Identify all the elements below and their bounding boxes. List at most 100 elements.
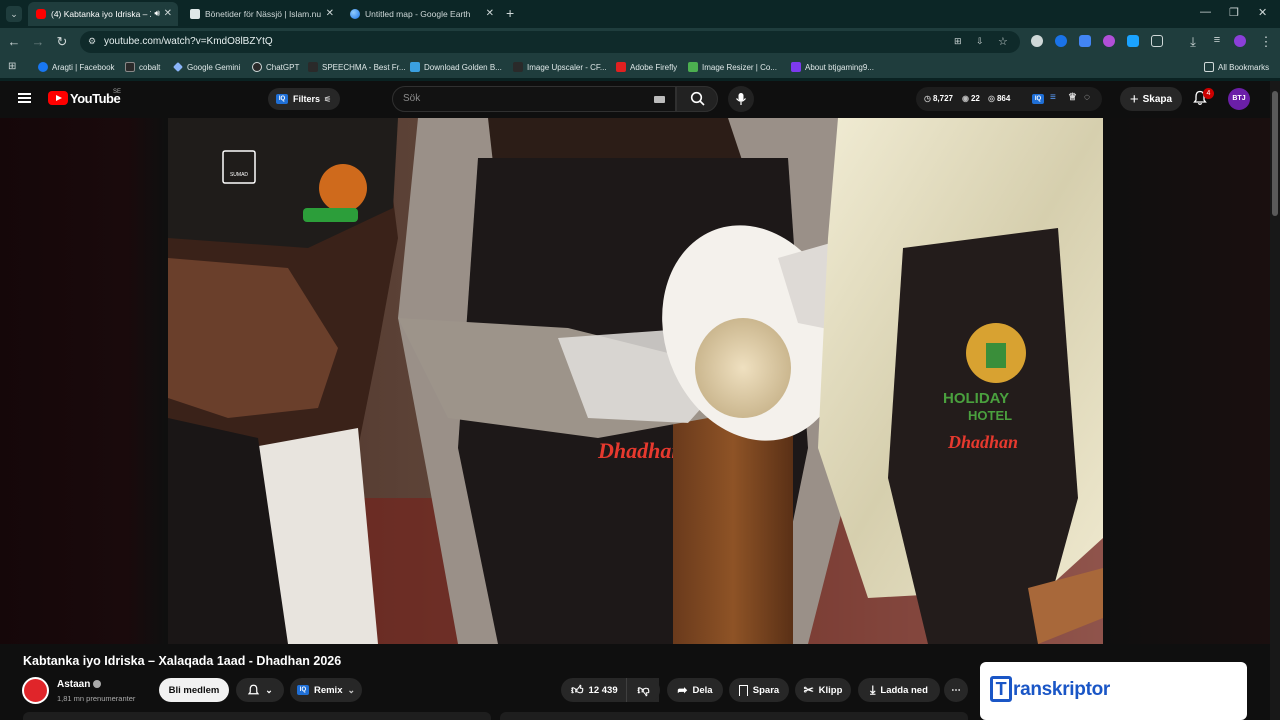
stats-widget[interactable]: ◷ 8,727 ◉ 22 ◎ 864 IQ ≡ ♕ ◌ xyxy=(916,87,1102,111)
site-info-icon[interactable]: ⚙ xyxy=(88,36,96,47)
menu-icon[interactable]: ⋮ xyxy=(1258,34,1274,50)
speaker-icon[interactable]: 🔊︎ xyxy=(154,8,160,19)
extension-icon[interactable] xyxy=(1031,35,1043,47)
bell-icon xyxy=(248,684,260,694)
bookmark-facebook[interactable]: Aragti | Facebook xyxy=(38,61,115,73)
clip-button[interactable]: ✂ Klipp xyxy=(795,678,851,702)
channel-name[interactable]: Astaan xyxy=(57,679,90,690)
microphone-icon xyxy=(736,93,746,105)
thumbs-up-icon: 👍︎ xyxy=(571,682,584,697)
voice-search-button[interactable] xyxy=(728,86,754,112)
star-icon[interactable]: ☆ xyxy=(998,35,1008,48)
filters-button[interactable]: IQ Filters ⚟ xyxy=(268,88,340,110)
youtube-logo-icon[interactable] xyxy=(48,91,68,105)
restore-icon[interactable]: ❐ xyxy=(1229,6,1239,19)
keyboard-icon[interactable] xyxy=(654,96,665,103)
transkriptor-logo: Transkriptor xyxy=(990,676,1110,702)
bookmark-btjgaming[interactable]: About btjgaming9... xyxy=(791,61,874,73)
count-stat: ◎ 864 xyxy=(988,94,1010,103)
search-button[interactable] xyxy=(676,86,718,112)
thumbs-down-icon: 👎︎ xyxy=(637,682,650,697)
dislike-button[interactable]: 👎︎ xyxy=(626,678,660,702)
new-tab-icon[interactable]: + xyxy=(506,5,514,21)
plus-icon: + xyxy=(1129,90,1139,108)
channel-name-row[interactable]: Astaan xyxy=(57,679,102,690)
chevron-down-icon: ⌄ xyxy=(265,684,273,695)
join-button[interactable]: Bli medlem xyxy=(159,678,229,702)
likes-value: 22 xyxy=(970,94,980,103)
translate-icon[interactable]: ⊞ xyxy=(954,36,962,47)
verified-icon xyxy=(93,680,102,689)
cobalt-icon xyxy=(125,62,135,72)
iq-icon[interactable]: IQ xyxy=(1032,94,1044,104)
extension-icon[interactable] xyxy=(1079,35,1091,47)
bookmark-upscaler[interactable]: Image Upscaler - CF... xyxy=(513,61,607,73)
bookmark-gemini[interactable]: Google Gemini xyxy=(173,61,240,73)
scrollbar-thumb[interactable] xyxy=(1272,91,1278,216)
btj-icon xyxy=(791,62,801,72)
reload-icon[interactable]: ↻ xyxy=(54,34,70,50)
sliders-icon: ⚟ xyxy=(324,94,332,104)
reading-list-icon[interactable]: ≡ xyxy=(1209,34,1225,46)
remix-button[interactable]: IQ Remix ⌄ xyxy=(290,678,362,702)
search-input[interactable] xyxy=(403,93,643,104)
save-button[interactable]: Spara xyxy=(729,678,789,702)
transkriptor-ad[interactable]: Transkriptor xyxy=(980,662,1247,720)
download-button[interactable]: ⤓ Ladda ned xyxy=(858,678,940,702)
remix-label: Remix xyxy=(313,684,343,696)
profile-icon[interactable] xyxy=(1234,35,1246,47)
speechma-icon xyxy=(308,62,318,72)
bookmark-resizer[interactable]: Image Resizer | Co... xyxy=(688,61,777,73)
extension-icon[interactable] xyxy=(1055,35,1067,47)
search-icon xyxy=(690,91,705,106)
tab-youtube[interactable]: (4) Kabtanka iyo Idriska – X 🔊︎ ✕ xyxy=(28,2,178,26)
trophy-icon[interactable]: ♕ xyxy=(1068,92,1077,103)
close-window-icon[interactable]: ✕ xyxy=(1258,6,1267,19)
more-actions-icon[interactable]: ⋯ xyxy=(944,678,968,702)
chat-icon[interactable]: ◌ xyxy=(1084,92,1090,103)
bookmark-label: Adobe Firefly xyxy=(630,62,678,72)
lines-icon[interactable]: ≡ xyxy=(1050,92,1056,103)
youtube-header: YouTube SE IQ Filters ⚟ ◷8,727 ◉22 ◎864 … xyxy=(0,81,1280,118)
forward-icon[interactable]: → xyxy=(30,34,46,49)
url-text[interactable]: youtube.com/watch?v=KmdO8lBZYtQ xyxy=(104,36,273,47)
puzzle-icon[interactable] xyxy=(1151,35,1163,47)
tab-islam-nu[interactable]: Bönetider för Nässjö | Islam.nu ✕ xyxy=(182,2,340,26)
address-bar[interactable]: ⚙ youtube.com/watch?v=KmdO8lBZYtQ ⊞ ⇩ ☆ xyxy=(80,31,1020,53)
tab-title: Bönetider för Nässjö | Islam.nu xyxy=(205,9,322,19)
hamburger-menu-icon[interactable] xyxy=(18,93,31,103)
gemini-icon xyxy=(173,62,183,72)
channel-avatar[interactable] xyxy=(22,677,49,704)
bookmark-firefly[interactable]: Adobe Firefly xyxy=(616,61,677,73)
downloads-icon[interactable]: ⤓ xyxy=(1185,34,1201,50)
video-frame[interactable]: Dhadhan HOLIDAY HOTEL Dhadhan SUMAD xyxy=(168,118,1103,644)
bookmark-label: Google Gemini xyxy=(187,62,241,72)
extension-icon[interactable] xyxy=(1127,35,1139,47)
video-player[interactable]: Dhadhan HOLIDAY HOTEL Dhadhan SUMAD xyxy=(0,118,1270,644)
bookmark-golden[interactable]: Download Golden B... xyxy=(410,61,502,73)
share-button[interactable]: ➦ Dela xyxy=(667,678,723,702)
tab-google-earth[interactable]: Untitled map - Google Earth ✕ xyxy=(342,2,500,26)
create-button[interactable]: + Skapa xyxy=(1120,87,1182,111)
create-label: Skapa xyxy=(1142,93,1173,105)
all-bookmarks[interactable]: All Bookmarks xyxy=(1204,61,1269,73)
bookmark-cobalt[interactable]: cobalt xyxy=(125,61,160,73)
account-avatar[interactable]: BTJ xyxy=(1228,88,1250,110)
bookmark-chatgpt[interactable]: ChatGPT xyxy=(252,61,299,73)
close-tab-icon[interactable]: ✕ xyxy=(326,8,334,19)
bookmark-speechma[interactable]: SPEECHMA - Best Fr... xyxy=(308,61,406,73)
share-icon: ➦ xyxy=(677,683,688,697)
install-icon[interactable]: ⇩ xyxy=(976,36,984,47)
extension-icon[interactable] xyxy=(1103,35,1115,47)
subscription-bell-button[interactable]: ⌄ xyxy=(236,678,284,702)
page-scrollbar[interactable] xyxy=(1270,81,1280,720)
minimize-icon[interactable]: — xyxy=(1200,6,1211,18)
tab-title: (4) Kabtanka iyo Idriska – X xyxy=(51,9,151,19)
tab-search-button[interactable]: ⌄ xyxy=(6,6,22,22)
apps-icon[interactable]: ⊞ xyxy=(8,61,16,72)
close-tab-icon[interactable]: ✕ xyxy=(164,8,172,19)
close-tab-icon[interactable]: ✕ xyxy=(486,8,494,19)
comments-card-edge xyxy=(500,712,968,720)
back-icon[interactable]: ← xyxy=(6,34,22,49)
likes-stat: ◉ 22 xyxy=(962,94,980,103)
